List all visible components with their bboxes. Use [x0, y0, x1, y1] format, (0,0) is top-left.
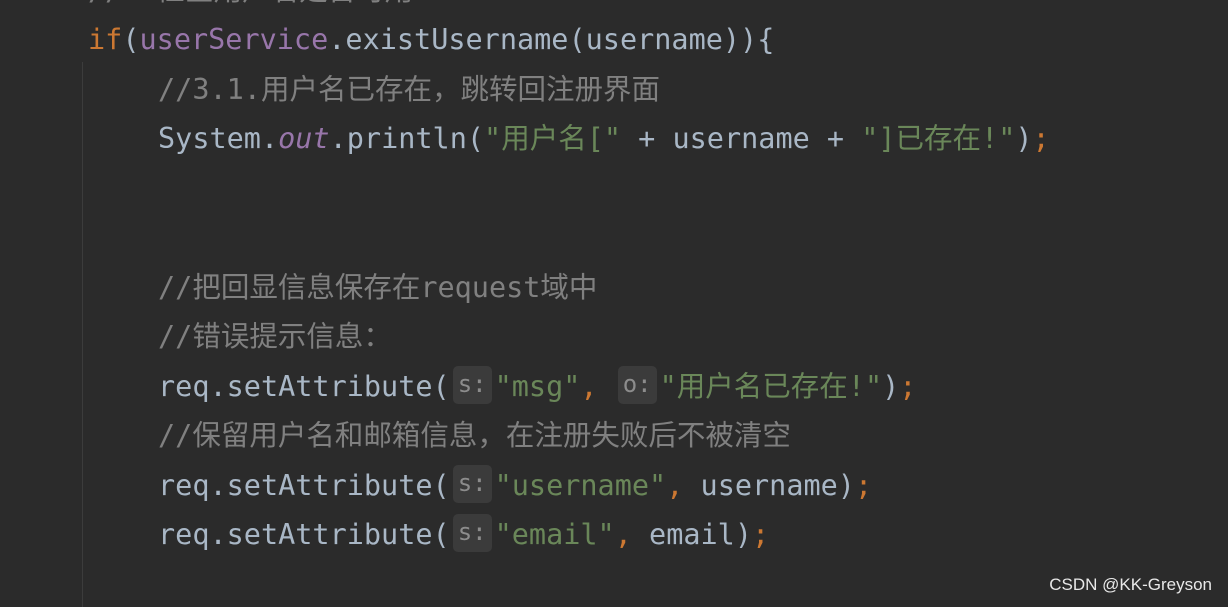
code-token: req.setAttribute( [158, 369, 450, 403]
comment-token: //错误提示信息： [158, 320, 392, 353]
string-token: "用户名[" [484, 122, 622, 155]
parameter-hint: s: [452, 464, 492, 503]
comment-token: //保留用户名和邮箱信息，在注册失败后不被清空 [158, 419, 791, 452]
string-token: "msg" [494, 369, 581, 403]
punctuation-token: , [580, 369, 615, 403]
punctuation-token: , [614, 518, 650, 551]
code-line[interactable]: System.out.println("用户名[" + username + "… [158, 114, 1050, 164]
code-editor[interactable]: //3.检查用户名是否可用 if(userService.existUsernam… [0, 0, 1228, 607]
punctuation-token: , [666, 468, 701, 502]
punctuation-token: ; [854, 468, 873, 502]
code-line[interactable]: //把回显信息保存在request域中 [158, 263, 597, 313]
punctuation-token: ; [752, 518, 770, 551]
code-line[interactable]: //保留用户名和邮箱信息，在注册失败后不被清空 [158, 411, 791, 461]
code-token: .existUsername(username)){ [328, 23, 775, 56]
code-token: + username + [621, 122, 862, 155]
static-field-token: out [278, 122, 330, 155]
comment-token: //3.检查用户名是否可用 [88, 0, 413, 7]
parameter-hint: s: [452, 514, 492, 552]
code-line[interactable]: //错误提示信息： [158, 312, 392, 362]
parameter-hint: o: [617, 365, 657, 404]
comment-token: //把回显信息保存在request域中 [158, 270, 598, 304]
string-token: "username" [494, 468, 667, 502]
code-token: ) [882, 369, 900, 403]
punctuation-token: ; [899, 369, 917, 403]
code-token: username) [700, 468, 855, 502]
code-line[interactable]: req.setAttribute(s: "username", username)… [158, 461, 872, 511]
field-token: userService [139, 23, 329, 56]
code-line[interactable]: req.setAttribute(s: "msg", o: "用户名已存在!"); [158, 362, 916, 412]
code-token: req.setAttribute( [158, 468, 450, 502]
code-line[interactable]: //3.检查用户名是否可用 [88, 0, 413, 16]
code-token: ( [122, 23, 140, 56]
code-line[interactable]: if(userService.existUsername(username)){ [88, 15, 774, 65]
code-line[interactable]: //3.1.用户名已存在，跳转回注册界面 [158, 65, 660, 115]
string-token: "用户名已存在!" [659, 369, 883, 403]
code-token: ) [1015, 122, 1033, 155]
punctuation-token: ; [1032, 122, 1050, 155]
indent-guide [82, 62, 83, 607]
code-token: .println( [329, 122, 485, 155]
code-token: System. [158, 122, 279, 155]
comment-token: //3.1.用户名已存在，跳转回注册界面 [158, 72, 660, 106]
watermark: CSDN @KK-Greyson [1049, 575, 1212, 594]
string-token: "email" [494, 518, 615, 551]
code-token: email) [649, 518, 752, 551]
code-line[interactable]: req.setAttribute(s: "email", email); [158, 510, 769, 560]
string-token: "]已存在!" [861, 122, 1016, 155]
keyword-token: if [88, 23, 123, 56]
code-token: req.setAttribute( [158, 518, 450, 551]
parameter-hint: s: [452, 365, 492, 404]
